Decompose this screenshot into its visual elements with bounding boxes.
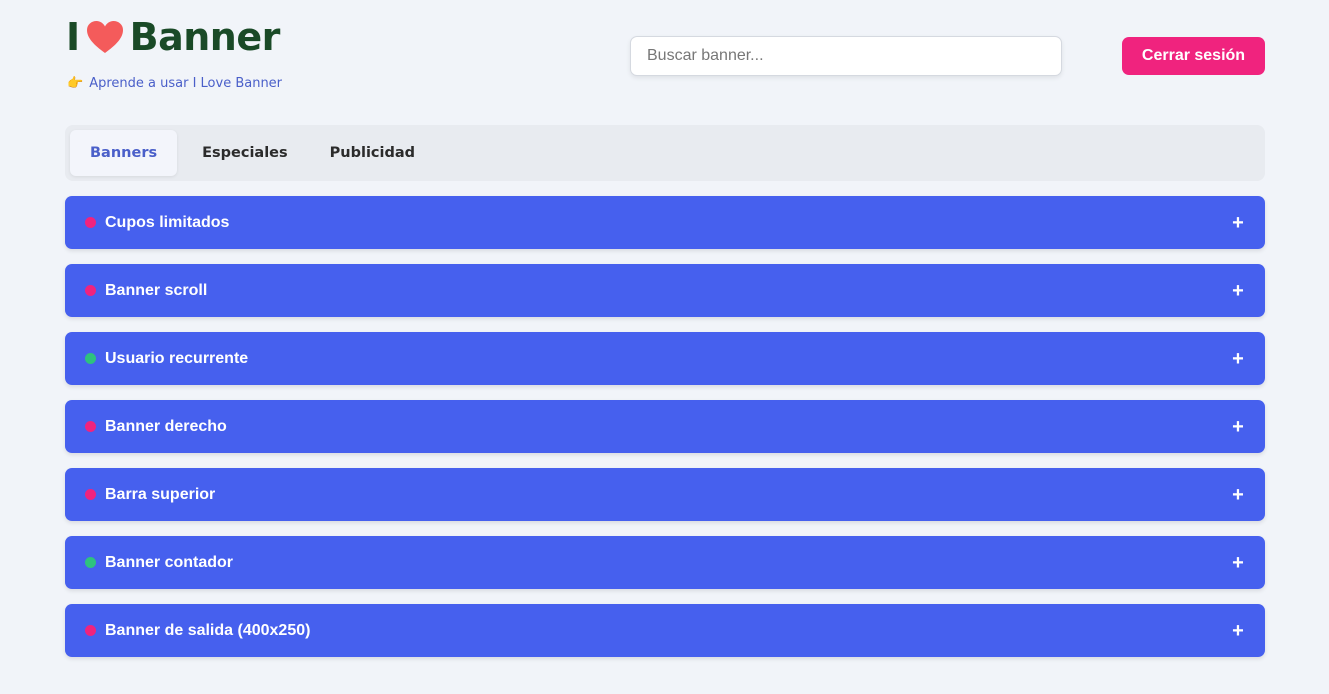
help-link[interactable]: 👉 Aprende a usar I Love Banner — [67, 76, 282, 91]
banner-list: Cupos limitados + Banner scroll + Usuari… — [65, 196, 1265, 672]
status-dot — [85, 353, 96, 364]
status-dot — [85, 625, 96, 636]
search-input[interactable] — [630, 36, 1062, 76]
banner-item-banner-derecho[interactable]: Banner derecho + — [65, 400, 1265, 453]
plus-icon[interactable]: + — [1231, 485, 1245, 505]
logo-prefix: I — [66, 15, 80, 59]
plus-icon[interactable]: + — [1231, 213, 1245, 233]
banner-item-banner-contador[interactable]: Banner contador + — [65, 536, 1265, 589]
banner-item-cupos-limitados[interactable]: Cupos limitados + — [65, 196, 1265, 249]
status-dot — [85, 217, 96, 228]
banner-item-banner-scroll[interactable]: Banner scroll + — [65, 264, 1265, 317]
plus-icon[interactable]: + — [1231, 349, 1245, 369]
banner-item-label: Banner derecho — [105, 417, 227, 435]
status-dot — [85, 285, 96, 296]
banner-item-barra-superior[interactable]: Barra superior + — [65, 468, 1265, 521]
banner-item-label: Banner scroll — [105, 281, 208, 299]
banner-item-label: Banner contador — [105, 553, 234, 571]
tab-especiales[interactable]: Especiales — [177, 130, 310, 176]
status-dot — [85, 557, 96, 568]
banner-item-label: Cupos limitados — [105, 213, 230, 231]
plus-icon[interactable]: + — [1231, 553, 1245, 573]
plus-icon[interactable]: + — [1231, 417, 1245, 437]
logo-suffix: Banner — [129, 15, 281, 59]
banner-item-usuario-recurrente[interactable]: Usuario recurrente + — [65, 332, 1265, 385]
plus-icon[interactable]: + — [1231, 621, 1245, 641]
tab-publicidad[interactable]: Publicidad — [310, 130, 435, 176]
logo[interactable]: I Banner — [66, 14, 280, 60]
status-dot — [85, 421, 96, 432]
status-dot — [85, 489, 96, 500]
logout-button[interactable]: Cerrar sesión — [1122, 37, 1265, 75]
banner-item-banner-de-salida[interactable]: Banner de salida (400x250) + — [65, 604, 1265, 657]
tab-bar: Banners Especiales Publicidad — [65, 125, 1265, 181]
tab-banners[interactable]: Banners — [70, 130, 178, 176]
banner-item-label: Banner de salida (400x250) — [105, 621, 311, 639]
banner-item-label: Usuario recurrente — [105, 349, 249, 367]
plus-icon[interactable]: + — [1231, 281, 1245, 301]
header: I Banner 👉 Aprende a usar I Love Banner … — [0, 0, 1329, 110]
help-link-label: Aprende a usar I Love Banner — [89, 76, 283, 91]
pointing-hand-icon: 👉 — [67, 76, 84, 91]
heart-icon — [86, 21, 123, 53]
banner-item-label: Barra superior — [105, 485, 216, 503]
